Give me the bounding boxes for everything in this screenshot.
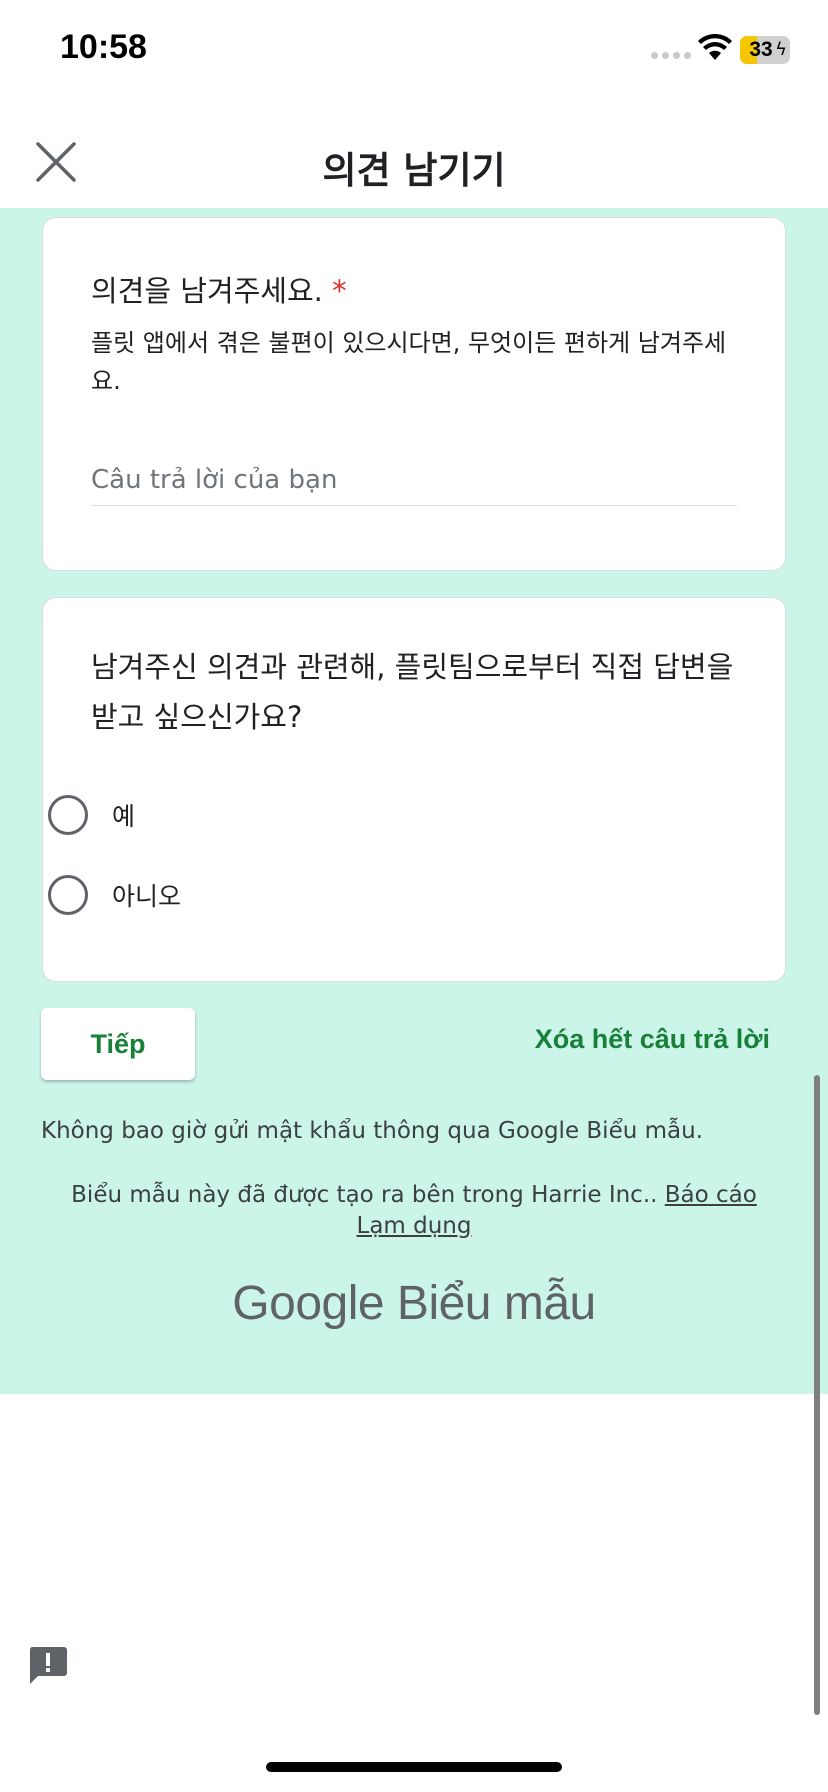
scrollbar[interactable] [814,1075,820,1715]
google-forms-logo: Google Biểu mẫu [0,1276,828,1331]
created-by-text: Biểu mẫu này đã được tạo ra bên trong Ha… [71,1182,665,1208]
question-card-feedback: 의견을 남겨주세요. * 플릿 앱에서 겪은 불편이 있으시다면, 무엇이든 편… [42,217,786,571]
answer-input[interactable] [91,454,737,506]
radio-option-yes[interactable]: 예 [48,793,135,837]
status-bar: 10:58 33 ϟ [0,0,828,100]
home-indicator [266,1762,562,1772]
question-title: 남겨주신 의견과 관련해, 플릿팀으로부터 직접 답변을 받고 싶으신가요? [91,650,734,734]
question-description: 플릿 앱에서 겪은 불편이 있으시다면, 무엇이든 편하게 남겨주세요. [91,329,727,395]
clear-answers-button[interactable]: Xóa hết câu trả lời [535,1024,770,1055]
radio-label: 예 [112,802,136,831]
radio-button[interactable] [48,795,88,835]
status-time: 10:58 [60,28,147,66]
wifi-icon [698,34,732,60]
nav-header: 의견 남기기 [0,100,828,208]
cellular-signal-icon [651,52,691,59]
required-mark: * [332,274,347,308]
next-button[interactable]: Tiếp [41,1008,195,1080]
question-title-text: 의견을 남겨주세요. [91,274,323,308]
battery-icon: 33 ϟ [740,36,790,64]
question-title: 의견을 남겨주세요. * [91,268,347,310]
logo-product-text: Biểu mẫu [396,1277,596,1330]
form-footer-note: Biểu mẫu này đã được tạo ra bên trong Ha… [60,1180,768,1242]
radio-button[interactable] [48,875,88,915]
charging-bolt-icon: ϟ [775,39,787,60]
logo-google-text: Google [232,1277,385,1330]
question-card-reply: 남겨주신 의견과 관련해, 플릿팀으로부터 직접 답변을 받고 싶으신가요? [42,597,786,982]
password-warning: Không bao giờ gửi mật khẩu thông qua Goo… [41,1118,704,1144]
feedback-icon[interactable] [28,1645,68,1687]
page-title: 의견 남기기 [322,149,506,192]
radio-label: 아니오 [112,882,182,911]
radio-option-no[interactable]: 아니오 [48,873,181,917]
